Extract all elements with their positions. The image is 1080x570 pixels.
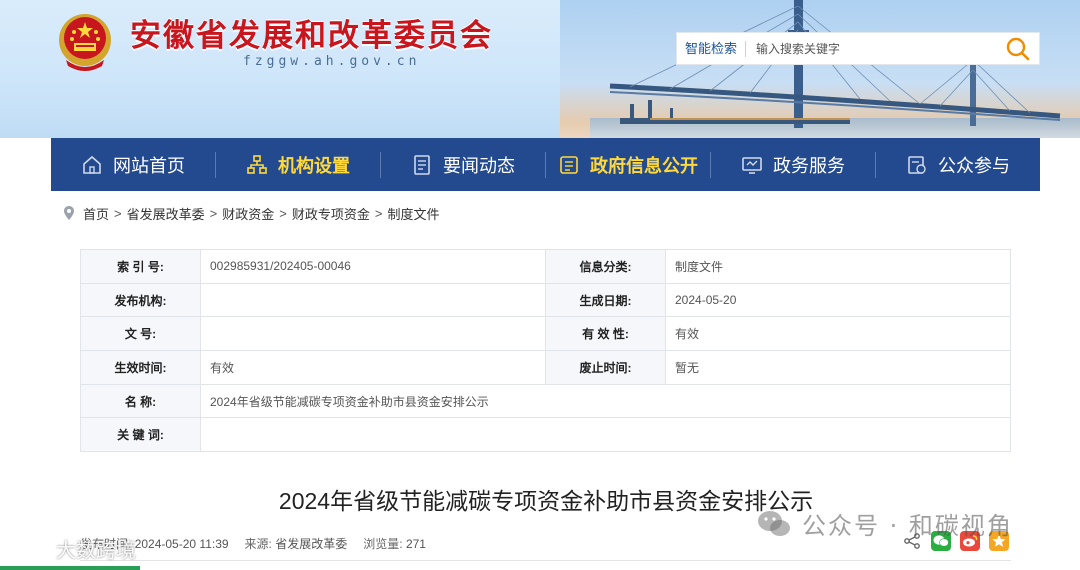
nav-item-label: 网站首页	[113, 155, 185, 176]
site-domain: fzggw.ah.gov.cn	[243, 54, 421, 69]
site-header: 安徽省发展和改革委员会 fzggw.ah.gov.cn 智能检索	[0, 0, 1080, 138]
category-value: 制度文件	[665, 249, 1011, 284]
corner-watermark: 大数跨境	[8, 534, 136, 563]
doc-no-label: 文 号:	[80, 316, 201, 352]
location-pin-icon	[64, 206, 74, 220]
document-info-table: 索 引 号: 002985931/202405-00046 信息分类: 制度文件…	[80, 249, 1011, 453]
source-label: 来源:	[244, 537, 272, 551]
nav-item-label: 公众参与	[938, 155, 1010, 176]
bridge-banner-image	[590, 0, 1080, 138]
table-row: 文 号: 有 效 性: 有效	[80, 316, 1011, 352]
name-value: 2024年省级节能减碳专项资金补助市县资金安排公示	[200, 383, 1011, 419]
views-value: 271	[405, 537, 426, 551]
article-divider	[80, 560, 1011, 561]
article-source: 来源: 省发展改革委	[245, 535, 348, 552]
main-nav: 网站首页 机构设置 要闻动态 政府信息公开 政务服务 公众参与	[51, 138, 1040, 191]
table-row: 索 引 号: 002985931/202405-00046 信息分类: 制度文件	[80, 249, 1011, 284]
nav-item-label: 机构设置	[278, 155, 350, 176]
publisher-value	[200, 282, 546, 318]
expire-value: 暂无	[665, 350, 1011, 385]
monitor-icon	[742, 156, 762, 174]
nav-item-label: 要闻动态	[443, 155, 515, 176]
table-row: 关 键 词:	[80, 417, 1011, 453]
breadcrumb-special-funds[interactable]: 财政专项资金	[292, 204, 370, 223]
validity-value: 有效	[665, 316, 1011, 352]
date-label: 生成日期:	[545, 282, 666, 318]
publisher-label: 发布机构:	[80, 282, 201, 318]
publish-time-value: 2024-05-20 11:39	[134, 537, 229, 551]
breadcrumb-home[interactable]: 首页	[83, 204, 109, 223]
search-input[interactable]	[756, 41, 997, 56]
participation-icon	[908, 155, 926, 174]
nav-item-services[interactable]: 政务服务	[711, 138, 875, 191]
nav-item-organization[interactable]: 机构设置	[216, 138, 380, 191]
effective-value: 有效	[200, 350, 546, 385]
nav-item-news[interactable]: 要闻动态	[381, 138, 545, 191]
org-chart-icon	[247, 154, 267, 174]
breadcrumb-fiscal-funds[interactable]: 财政资金	[222, 204, 274, 223]
corner-watermark-text: 大数跨境	[56, 538, 136, 562]
wechat-watermark-icon	[758, 510, 790, 536]
breadcrumb-separator: >	[114, 205, 122, 221]
breadcrumb-separator: >	[374, 205, 383, 221]
category-label: 信息分类:	[545, 249, 666, 284]
views-label: 浏览量:	[363, 537, 403, 551]
nav-item-home[interactable]: 网站首页	[51, 138, 215, 191]
index-no-label: 索 引 号:	[80, 249, 201, 284]
keywords-value	[200, 417, 1011, 453]
smart-search-label[interactable]: 智能检索	[677, 40, 747, 57]
keywords-label: 关 键 词:	[80, 417, 201, 453]
table-row: 发布机构: 生成日期: 2024-05-20	[80, 282, 1011, 318]
search-box: 智能检索	[676, 32, 1040, 65]
site-title[interactable]: 安徽省发展和改革委员会	[130, 10, 493, 55]
home-icon	[83, 155, 101, 174]
watermark-logo-icon	[8, 538, 50, 559]
gov-info-icon	[560, 155, 578, 174]
name-label: 名 称:	[80, 383, 201, 419]
nav-item-gov-info[interactable]: 政府信息公开	[546, 138, 710, 191]
search-icon[interactable]	[1005, 36, 1031, 62]
table-row: 生效时间: 有效 废止时间: 暂无	[80, 350, 1011, 385]
view-count: 浏览量: 271	[363, 535, 426, 552]
index-no-value: 002985931/202405-00046	[200, 249, 546, 284]
wechat-watermark-text: 公众号 · 和碳视角	[802, 512, 1013, 540]
breadcrumb: 首页 > 省发展改革委 > 财政资金 > 财政专项资金 > 制度文件	[63, 203, 439, 223]
breadcrumb-separator: >	[279, 205, 287, 221]
expire-label: 废止时间:	[545, 350, 666, 385]
breadcrumb-regulations[interactable]: 制度文件	[387, 204, 439, 223]
bottom-accent-bar	[0, 566, 140, 570]
breadcrumb-commission[interactable]: 省发展改革委	[127, 204, 205, 223]
news-icon	[414, 154, 430, 175]
effective-label: 生效时间:	[80, 350, 201, 385]
breadcrumb-separator: >	[209, 205, 218, 221]
doc-no-value	[200, 316, 546, 352]
table-row: 名 称: 2024年省级节能减碳专项资金补助市县资金安排公示	[80, 383, 1011, 419]
nav-item-label: 政务服务	[773, 155, 845, 176]
nav-item-participation[interactable]: 公众参与	[876, 138, 1040, 191]
validity-label: 有 效 性:	[545, 316, 666, 352]
source-value: 省发展改革委	[275, 537, 348, 551]
date-value: 2024-05-20	[665, 282, 1011, 318]
nav-item-label: 政府信息公开	[590, 155, 698, 176]
national-emblem-logo	[59, 14, 111, 71]
wechat-account-watermark: 公众号 · 和碳视角	[756, 506, 1013, 541]
